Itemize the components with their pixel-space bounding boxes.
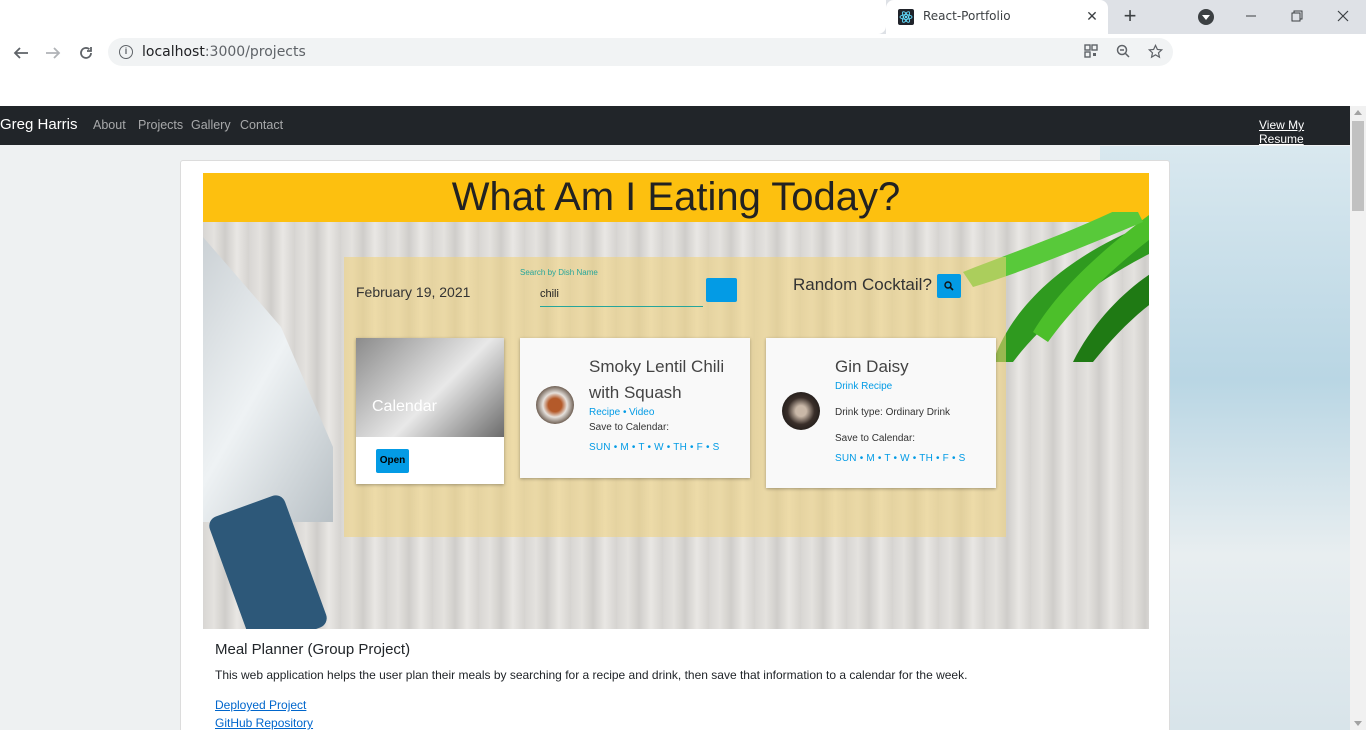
random-cocktail-label: Random Cocktail?	[793, 275, 932, 294]
browser-tab[interactable]: React-Portfolio ✕	[886, 0, 1108, 34]
nav-link-contact[interactable]: Contact	[240, 118, 283, 132]
dish-recipe-link[interactable]: Recipe	[589, 407, 620, 418]
toolbar-spacer	[0, 72, 1366, 106]
dish-save-label: Save to Calendar:	[589, 422, 670, 433]
open-calendar-button[interactable]: Open	[376, 449, 409, 473]
nav-link-gallery[interactable]: Gallery	[191, 118, 231, 132]
close-window-icon[interactable]	[1320, 0, 1366, 32]
project-description: This web application helps the user plan…	[215, 668, 968, 682]
wood-background: February 19, 2021 Search by Dish Name Ra…	[203, 212, 1149, 629]
address-bar[interactable]: i localhost:3000/projects	[108, 38, 1173, 66]
star-icon[interactable]	[1147, 43, 1163, 60]
dish-title: Smoky Lentil Chili with Squash	[589, 357, 725, 402]
minimize-icon[interactable]	[1228, 0, 1274, 32]
scroll-up-arrow[interactable]	[1354, 110, 1362, 115]
drink-card: Gin Daisy Drink Recipe Drink type: Ordin…	[766, 338, 996, 488]
github-repo-link[interactable]: GitHub Repository	[215, 716, 313, 730]
nav-link-projects[interactable]: Projects	[138, 118, 183, 132]
site-navbar: Greg Harris About Projects Gallery Conta…	[0, 106, 1350, 146]
drink-save-label: Save to Calendar:	[835, 433, 916, 444]
page-viewport: Greg Harris About Projects Gallery Conta…	[0, 106, 1350, 730]
drink-type: Drink type: Ordinary Drink	[835, 407, 951, 418]
project-card: What Am I Eating Today? February 19, 202…	[180, 160, 1170, 730]
current-date: February 19, 2021	[356, 284, 471, 300]
reload-icon[interactable]	[74, 41, 98, 65]
search-icon	[944, 281, 954, 291]
scroll-thumb[interactable]	[1352, 121, 1364, 211]
app-banner-title: What Am I Eating Today?	[451, 175, 901, 219]
dish-search-input[interactable]	[540, 281, 703, 307]
dish-day-links[interactable]: SUN • M • T • W • TH • F • S	[589, 442, 720, 453]
tab-search-icon[interactable]	[1198, 9, 1214, 25]
link-separator: •	[623, 407, 627, 418]
random-cocktail-button[interactable]	[937, 274, 961, 298]
qr-icon[interactable]	[1083, 44, 1099, 60]
calendar-card: Calendar Open	[356, 338, 504, 484]
url-host: localhost	[142, 44, 205, 60]
tab-strip: React-Portfolio ✕ +	[0, 0, 1366, 34]
dish-search-button[interactable]	[706, 278, 737, 302]
browser-toolbar: i localhost:3000/projects	[0, 34, 1366, 72]
forward-icon[interactable]	[41, 41, 65, 65]
project-title: Meal Planner (Group Project)	[215, 641, 411, 658]
knife-image	[203, 237, 333, 522]
page-scrollbar[interactable]	[1350, 106, 1366, 730]
url-path: :3000/projects	[204, 44, 306, 60]
search-label: Search by Dish Name	[520, 268, 598, 277]
dish-card: Smoky Lentil Chili with Squash Recipe • …	[520, 338, 750, 478]
tab-close-icon[interactable]: ✕	[1082, 6, 1102, 26]
drink-title: Gin Daisy	[835, 357, 909, 376]
drink-recipe-link[interactable]: Drink Recipe	[835, 381, 892, 392]
calendar-title: Calendar	[372, 398, 437, 415]
new-tab-button[interactable]: +	[1118, 5, 1142, 29]
meal-planner-panel: February 19, 2021 Search by Dish Name Ra…	[344, 257, 1006, 537]
nav-link-about[interactable]: About	[93, 118, 126, 132]
dish-video-link[interactable]: Video	[629, 407, 654, 418]
react-icon	[898, 9, 914, 25]
zoom-icon[interactable]	[1115, 44, 1131, 60]
url-text[interactable]: localhost:3000/projects	[142, 44, 306, 60]
back-icon[interactable]	[9, 41, 33, 65]
project-screenshot: What Am I Eating Today? February 19, 202…	[203, 173, 1149, 629]
drink-thumbnail	[782, 392, 820, 430]
restore-icon[interactable]	[1274, 0, 1320, 32]
scroll-down-arrow[interactable]	[1354, 721, 1362, 726]
drink-day-links[interactable]: SUN • M • T • W • TH • F • S	[835, 453, 966, 464]
dish-thumbnail	[536, 386, 574, 424]
info-icon[interactable]: i	[119, 45, 133, 59]
tab-strip-background	[0, 0, 886, 34]
tab-title: React-Portfolio	[923, 9, 1011, 23]
deployed-project-link[interactable]: Deployed Project	[215, 698, 306, 712]
navbar-brand[interactable]: Greg Harris	[0, 116, 78, 133]
resume-link[interactable]: View My Resume	[1259, 118, 1350, 146]
calendar-image	[356, 338, 504, 437]
